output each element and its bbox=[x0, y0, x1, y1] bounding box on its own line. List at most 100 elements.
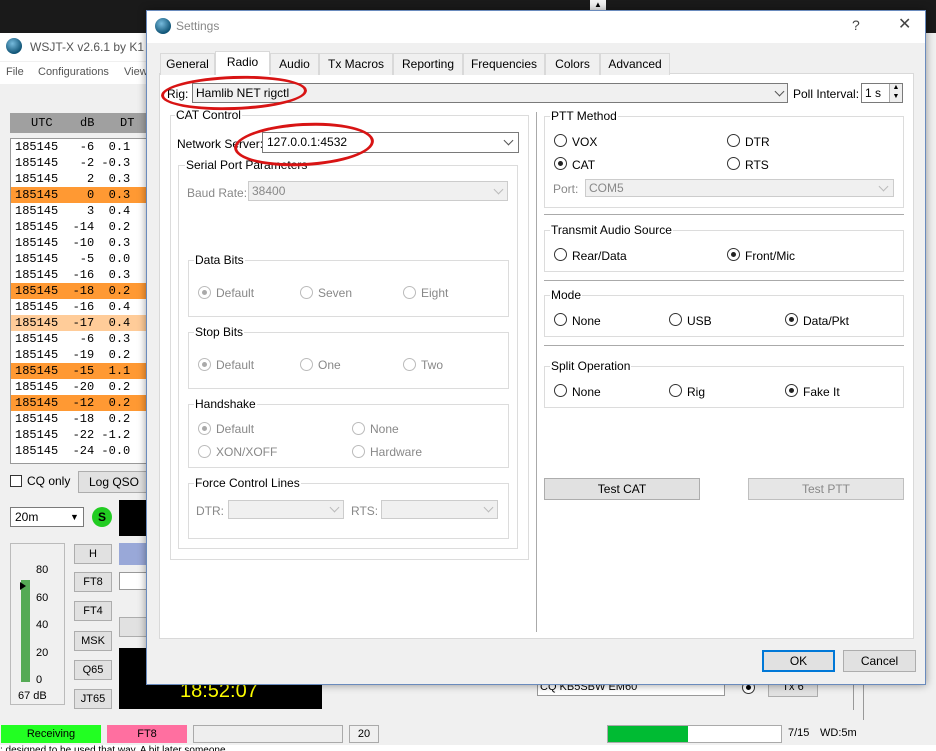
tab-reporting[interactable]: Reporting bbox=[393, 53, 463, 75]
data-bits-default-radio[interactable] bbox=[198, 286, 211, 299]
data-bits-default-label: Default bbox=[216, 286, 255, 300]
dtr-select[interactable] bbox=[228, 500, 344, 519]
decode-row[interactable]: 185145 -14 0.2 bbox=[11, 219, 149, 235]
baud-rate-select[interactable]: 38400 bbox=[248, 181, 508, 201]
handshake-none-radio[interactable] bbox=[352, 422, 365, 435]
status-field bbox=[193, 725, 343, 743]
close-icon[interactable]: ✕ bbox=[898, 14, 911, 34]
audio-front-label: Front/Mic bbox=[745, 249, 796, 263]
mode-usb-radio[interactable] bbox=[669, 313, 682, 326]
log-qso-button[interactable]: Log QSO bbox=[78, 471, 150, 493]
tab-frequencies[interactable]: Frequencies bbox=[463, 53, 545, 75]
mode-button-jt65[interactable]: JT65 bbox=[74, 689, 112, 709]
test-ptt-button[interactable]: Test PTT bbox=[748, 478, 904, 500]
split-rig-radio[interactable] bbox=[669, 384, 682, 397]
ptt-dtr-radio[interactable] bbox=[727, 134, 740, 147]
chevron-down-icon: ▼ bbox=[70, 512, 79, 522]
split-none-label: None bbox=[572, 385, 601, 399]
tab-advanced[interactable]: Advanced bbox=[600, 53, 670, 75]
decode-row[interactable]: 185145 -16 0.4 bbox=[11, 299, 149, 315]
meter-tick: 40 bbox=[36, 619, 49, 631]
mode-datapkt-radio[interactable] bbox=[785, 313, 798, 326]
rts-label: RTS: bbox=[351, 504, 379, 518]
header-utc: UTC bbox=[31, 116, 53, 130]
ptt-rts-radio[interactable] bbox=[727, 157, 740, 170]
rts-select[interactable] bbox=[381, 500, 498, 519]
header-dt: DT bbox=[120, 116, 135, 130]
menu-configurations[interactable]: Configurations bbox=[38, 66, 109, 78]
mode-button-h[interactable]: H bbox=[74, 544, 112, 564]
decode-row[interactable]: 185145 -18 0.2 bbox=[11, 283, 149, 299]
decode-row[interactable]: 185145 -10 0.3 bbox=[11, 235, 149, 251]
decode-list[interactable]: 185145 -6 0.1 185145 -2 -0.3 185145 2 0.3 1… bbox=[10, 138, 150, 464]
mode-button-ft4[interactable]: FT4 bbox=[74, 601, 112, 621]
decode-row[interactable]: 185145 -15 1.1 bbox=[11, 363, 149, 379]
divider bbox=[863, 680, 864, 720]
decode-row[interactable]: 185145 -17 0.4 bbox=[11, 315, 149, 331]
divider bbox=[544, 345, 904, 346]
tab-audio[interactable]: Audio bbox=[270, 53, 319, 75]
tab-radio[interactable]: Radio bbox=[215, 51, 270, 75]
cq-only-checkbox[interactable] bbox=[10, 475, 22, 487]
spin-down-icon[interactable]: ▼ bbox=[889, 93, 902, 102]
spin-up-icon[interactable]: ▲ bbox=[889, 84, 902, 93]
force-control-title: Force Control Lines bbox=[194, 476, 301, 490]
decode-row[interactable]: 185145 -24 -0.0 bbox=[11, 443, 149, 459]
port-select[interactable]: COM5 bbox=[585, 179, 894, 197]
stop-bits-title: Stop Bits bbox=[194, 325, 245, 339]
ok-button[interactable]: OK bbox=[762, 650, 835, 672]
decode-row[interactable]: 185145 -18 0.2 bbox=[11, 411, 149, 427]
stop-bits-two-radio[interactable] bbox=[403, 358, 416, 371]
ptt-vox-label: VOX bbox=[572, 135, 598, 149]
decode-row[interactable]: 185145 -22 -1.2 bbox=[11, 427, 149, 443]
tab-tx-macros[interactable]: Tx Macros bbox=[319, 53, 393, 75]
split-none-radio[interactable] bbox=[554, 384, 567, 397]
decode-row[interactable]: 185145 0 0.3 bbox=[11, 187, 149, 203]
divider bbox=[544, 280, 904, 281]
menu-file[interactable]: File bbox=[6, 66, 24, 78]
decode-row[interactable]: 185145 -19 0.2 bbox=[11, 347, 149, 363]
mode-button-q65[interactable]: Q65 bbox=[74, 660, 112, 680]
decode-row[interactable]: 185145 2 0.3 bbox=[11, 171, 149, 187]
tab-general[interactable]: General bbox=[160, 53, 215, 75]
data-bits-seven-radio[interactable] bbox=[300, 286, 313, 299]
decode-row[interactable]: 185145 -6 0.1 bbox=[11, 139, 149, 155]
stop-bits-default-radio[interactable] bbox=[198, 358, 211, 371]
mode-button-msk[interactable]: MSK bbox=[74, 631, 112, 651]
mode-button-ft8[interactable]: FT8 bbox=[74, 572, 112, 592]
help-button[interactable]: ? bbox=[852, 17, 860, 33]
handshake-hardware-label: Hardware bbox=[370, 445, 423, 459]
stop-bits-one-radio[interactable] bbox=[300, 358, 313, 371]
ptt-cat-radio[interactable] bbox=[554, 157, 567, 170]
decode-row[interactable]: 185145 -20 0.2 bbox=[11, 379, 149, 395]
handshake-hardware-radio[interactable] bbox=[352, 445, 365, 458]
menu-view[interactable]: View bbox=[124, 66, 148, 78]
handshake-default-radio[interactable] bbox=[198, 422, 211, 435]
mode-usb-label: USB bbox=[687, 314, 712, 328]
decode-row[interactable]: 185145 -6 0.3 bbox=[11, 331, 149, 347]
test-cat-button[interactable]: Test CAT bbox=[544, 478, 700, 500]
scroll-up-arrow-icon[interactable]: ▲ bbox=[590, 0, 606, 10]
audio-front-radio[interactable] bbox=[727, 248, 740, 261]
split-operation-title: Split Operation bbox=[550, 359, 632, 373]
audio-rear-radio[interactable] bbox=[554, 248, 567, 261]
decode-row[interactable]: 185145 -5 0.0 bbox=[11, 251, 149, 267]
data-bits-seven-label: Seven bbox=[318, 286, 353, 300]
status-receiving: Receiving bbox=[1, 725, 101, 743]
s-meter-button[interactable]: S bbox=[92, 507, 112, 527]
split-fakeit-radio[interactable] bbox=[785, 384, 798, 397]
ptt-vox-radio[interactable] bbox=[554, 134, 567, 147]
tab-colors[interactable]: Colors bbox=[545, 53, 600, 75]
handshake-xonxoff-radio[interactable] bbox=[198, 445, 211, 458]
decode-row[interactable]: 185145 3 0.4 bbox=[11, 203, 149, 219]
dialog-titlebar bbox=[147, 11, 925, 43]
data-bits-eight-radio[interactable] bbox=[403, 286, 416, 299]
decode-table-header: UTC dB DT bbox=[10, 113, 150, 133]
stop-bits-default-label: Default bbox=[216, 358, 255, 372]
decode-row[interactable]: 185145 -12 0.2 bbox=[11, 395, 149, 411]
cancel-button[interactable]: Cancel bbox=[843, 650, 916, 672]
mode-none-radio[interactable] bbox=[554, 313, 567, 326]
decode-row[interactable]: 185145 -16 0.3 bbox=[11, 267, 149, 283]
decode-row[interactable]: 185145 -2 -0.3 bbox=[11, 155, 149, 171]
wsjtx-globe-icon bbox=[6, 38, 22, 54]
